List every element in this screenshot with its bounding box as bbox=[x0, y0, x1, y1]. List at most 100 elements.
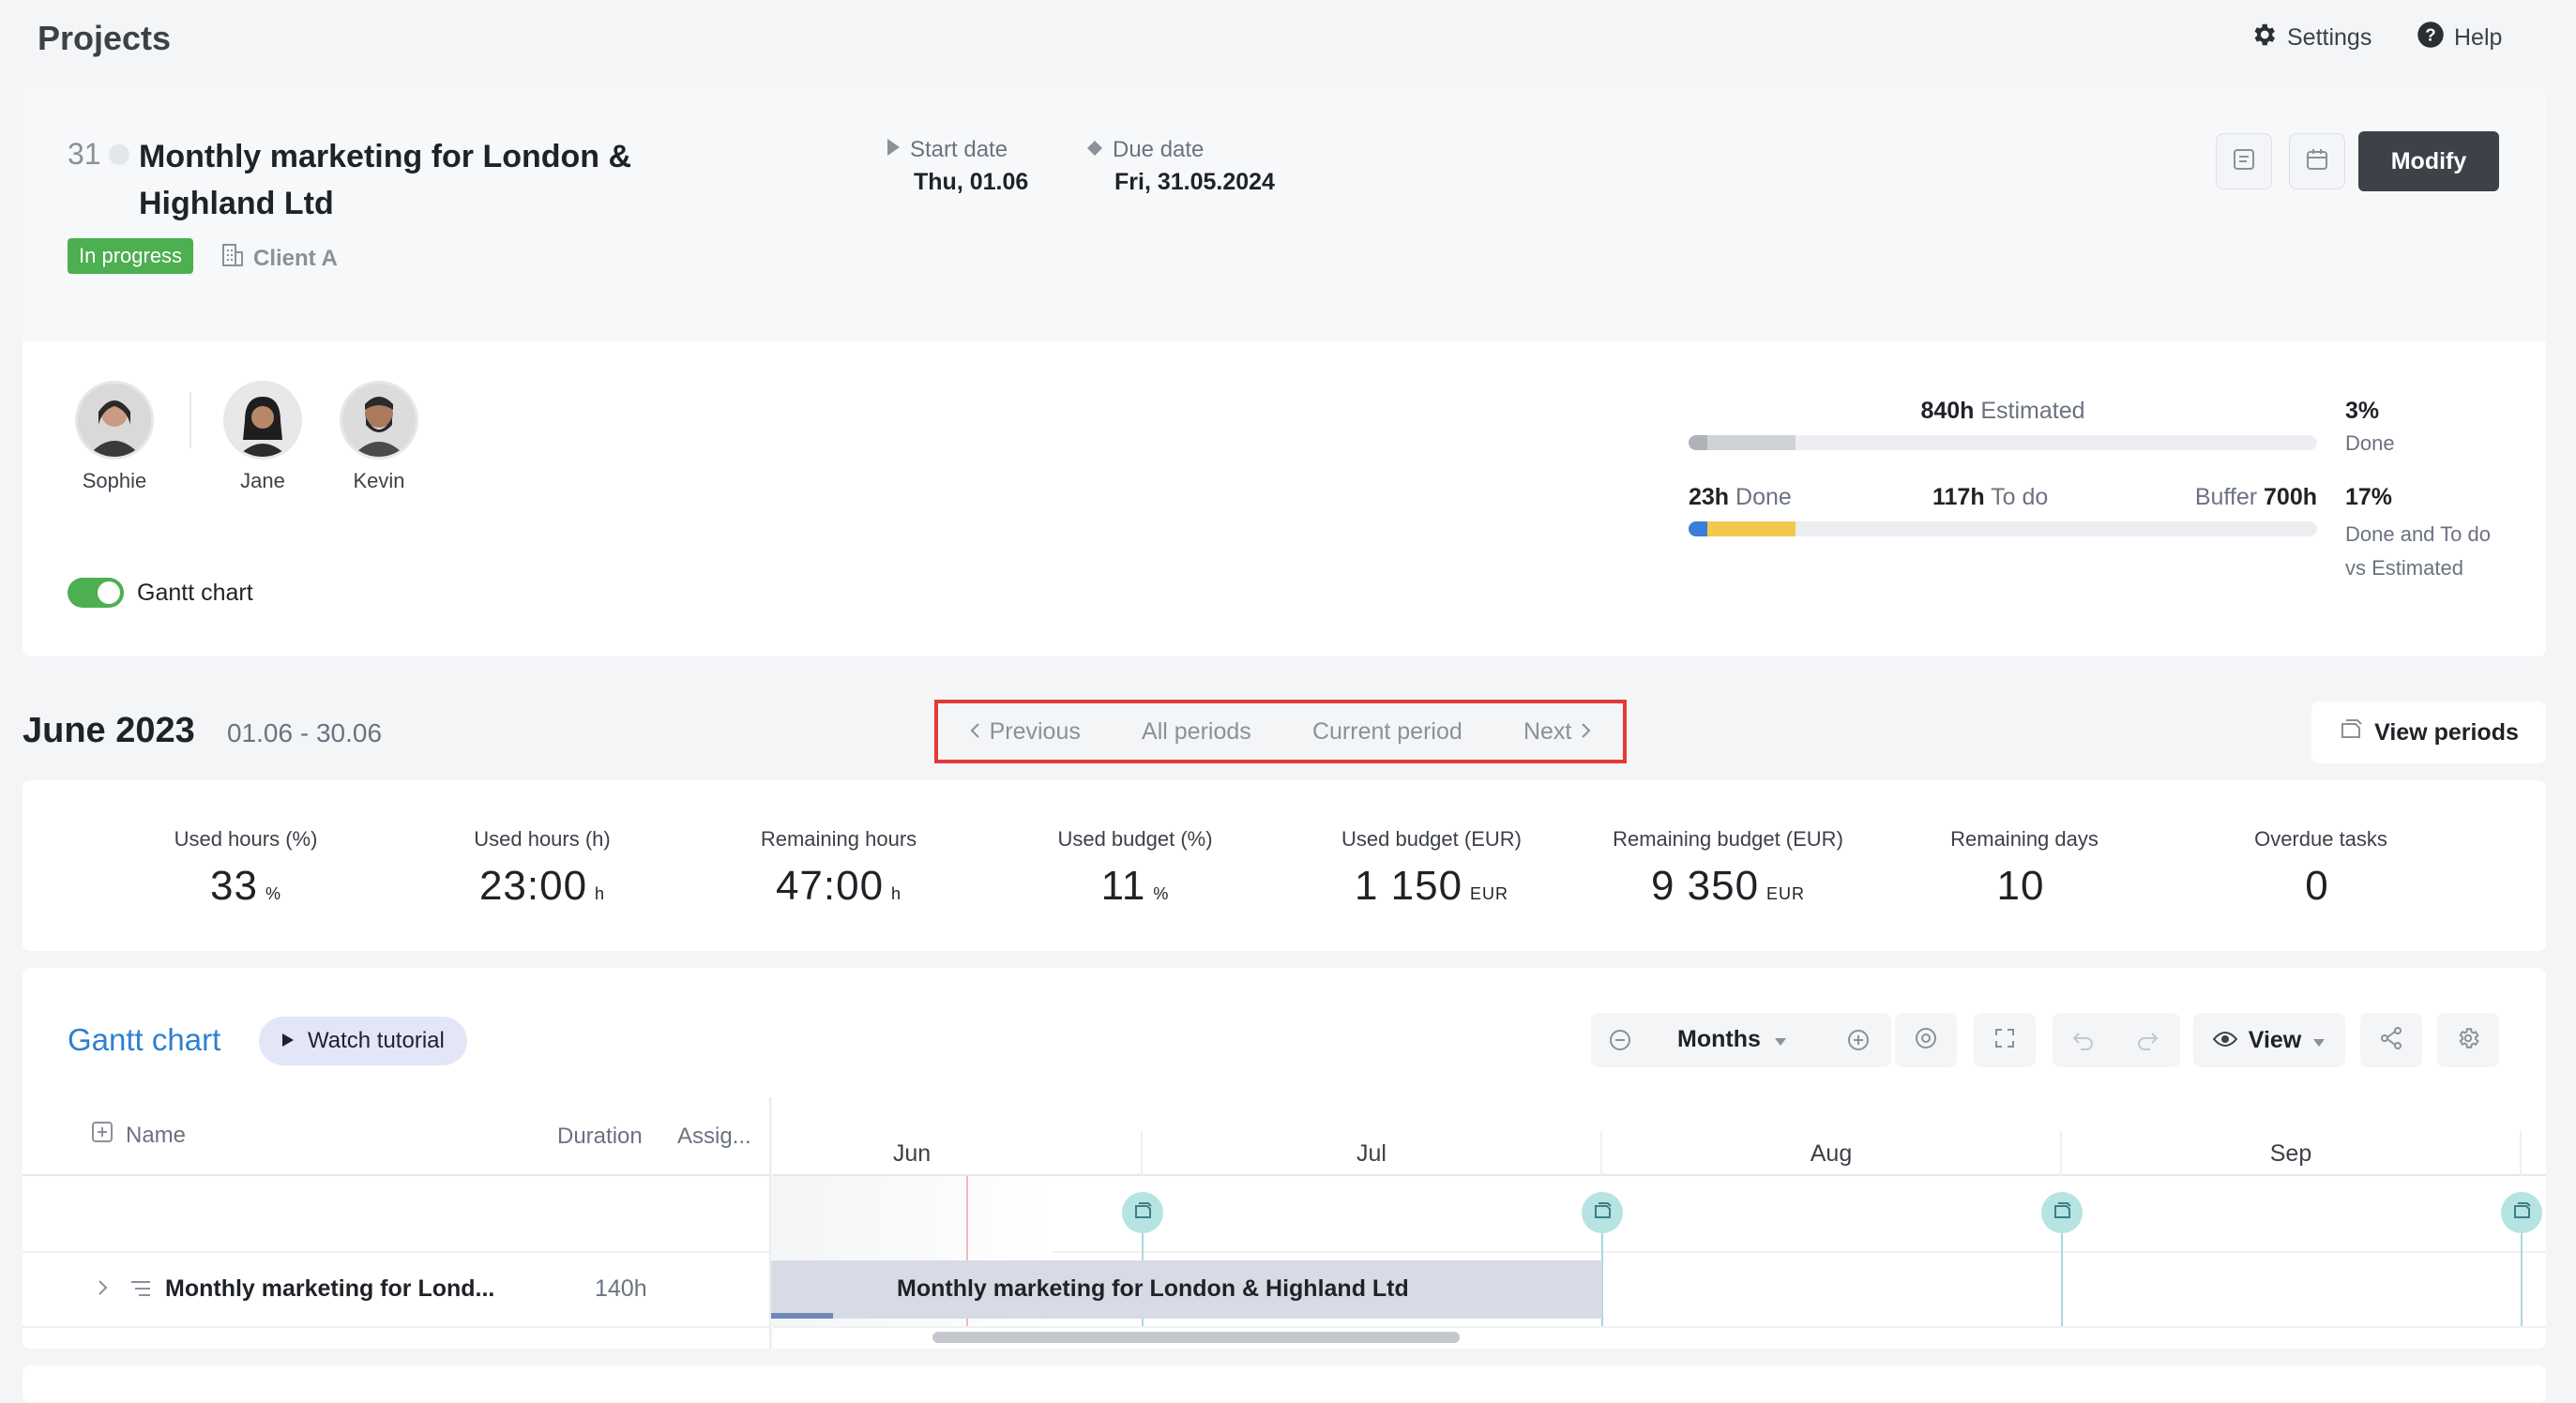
avatar[interactable] bbox=[223, 381, 302, 460]
redo-icon bbox=[2135, 1033, 2159, 1056]
column-header-assignee[interactable]: Assig... bbox=[677, 1124, 751, 1150]
month-divider bbox=[2060, 1131, 2062, 1176]
grid-row-divider bbox=[23, 1326, 2546, 1328]
gantt-bar-progress bbox=[771, 1313, 833, 1319]
avatar[interactable] bbox=[75, 381, 154, 460]
chevron-down-icon bbox=[1774, 1026, 1787, 1053]
stat-used-budget: Used budget (EUR) 1 150 EUR bbox=[1341, 827, 1522, 909]
team-member-name: Sophie bbox=[82, 469, 147, 492]
task-duration: 140h bbox=[595, 1275, 647, 1302]
periods-icon bbox=[2339, 718, 2363, 747]
due-date-label: Due date bbox=[1113, 137, 1205, 162]
team-member-name: Kevin bbox=[353, 469, 405, 492]
due-date-block: Due date Fri, 31.05.2024 bbox=[1086, 137, 1275, 196]
gantt-bar[interactable]: Monthly marketing for London & Highland … bbox=[771, 1260, 1602, 1319]
estimate-progress-bar bbox=[1689, 435, 2317, 450]
help-button[interactable]: ? Help bbox=[2417, 21, 2502, 55]
zoom-to-fit-button[interactable] bbox=[1895, 1013, 1957, 1067]
expand-all-icon[interactable] bbox=[92, 1122, 113, 1149]
chevron-right-icon[interactable] bbox=[98, 1279, 109, 1301]
column-header-name[interactable]: Name bbox=[92, 1122, 186, 1149]
milestone-marker[interactable] bbox=[2041, 1192, 2083, 1233]
month-divider bbox=[1600, 1131, 1602, 1176]
play-icon bbox=[886, 137, 901, 163]
zoom-out-icon bbox=[1608, 1030, 1632, 1056]
share-button[interactable] bbox=[2360, 1013, 2422, 1067]
horizontal-scrollbar[interactable] bbox=[932, 1332, 1460, 1343]
bar-todo-segment bbox=[1707, 435, 1796, 450]
zoom-scale-group: Months bbox=[1591, 1013, 1891, 1067]
buffer-hours: Buffer 700h bbox=[2064, 484, 2317, 511]
project-status-dot bbox=[109, 144, 129, 165]
todo-hours: 117h To do bbox=[1932, 484, 2048, 511]
notes-button[interactable] bbox=[2216, 133, 2272, 189]
all-periods-button[interactable]: All periods bbox=[1142, 718, 1251, 746]
bar-todo-segment bbox=[1707, 521, 1796, 536]
gantt-chart-toggle[interactable]: Gantt chart bbox=[68, 578, 253, 608]
undo-button[interactable] bbox=[2071, 1028, 2096, 1057]
settings-button[interactable]: Settings bbox=[2250, 21, 2371, 55]
task-name: Monthly marketing for Lond... bbox=[165, 1275, 495, 1302]
month-divider bbox=[2520, 1131, 2522, 1176]
redo-button[interactable] bbox=[2135, 1028, 2159, 1057]
toggle-label: Gantt chart bbox=[137, 579, 253, 606]
view-periods-button[interactable]: View periods bbox=[2311, 702, 2546, 763]
milestone-icon bbox=[1591, 1200, 1614, 1226]
column-header-duration[interactable]: Duration bbox=[557, 1124, 643, 1150]
buffer-hours-label: Buffer bbox=[2194, 484, 2258, 510]
grid-header-divider bbox=[23, 1174, 2546, 1176]
previous-period-button[interactable]: Previous bbox=[969, 718, 1081, 746]
watch-tutorial-button[interactable]: Watch tutorial bbox=[259, 1017, 467, 1065]
help-icon: ? bbox=[2417, 21, 2445, 55]
modify-button[interactable]: Modify bbox=[2358, 131, 2499, 191]
toggle-switch[interactable] bbox=[68, 578, 124, 608]
team-member-name: Jane bbox=[240, 469, 285, 492]
bar-done-segment bbox=[1689, 521, 1708, 536]
stat-remaining-budget: Remaining budget (EUR) 9 350 EUR bbox=[1613, 827, 1843, 909]
zoom-in-button[interactable] bbox=[1846, 1028, 1871, 1057]
chevron-left-icon bbox=[969, 718, 980, 746]
milestone-icon bbox=[2510, 1200, 2533, 1226]
next-period-button[interactable]: Next bbox=[1523, 718, 1592, 746]
view-dropdown[interactable]: View bbox=[2193, 1013, 2345, 1067]
avatar[interactable] bbox=[340, 381, 418, 460]
notes-icon bbox=[2232, 147, 2256, 176]
estimated-hours-value: 840h bbox=[1920, 398, 1975, 424]
month-label: Sep bbox=[2269, 1140, 2312, 1167]
gantt-settings-button[interactable] bbox=[2437, 1013, 2499, 1067]
done-percent: 3% bbox=[2345, 398, 2380, 424]
combined-percent-label: Done and To do vs Estimated bbox=[2345, 522, 2491, 580]
combined-percent: 17% bbox=[2345, 484, 2393, 510]
fullscreen-button[interactable] bbox=[1974, 1013, 2036, 1067]
zoom-out-button[interactable] bbox=[1608, 1028, 1632, 1057]
timescale-select[interactable]: Months bbox=[1677, 1026, 1787, 1053]
milestone-marker[interactable] bbox=[1582, 1192, 1623, 1233]
diamond-icon bbox=[1086, 137, 1103, 163]
next-section-card bbox=[23, 1365, 2546, 1403]
start-date-block: Start date Thu, 01.06 bbox=[886, 137, 1028, 196]
project-task-icon bbox=[129, 1279, 152, 1303]
svg-text:?: ? bbox=[2425, 24, 2435, 44]
done-hours-value: 23h bbox=[1689, 484, 1730, 510]
milestone-marker[interactable] bbox=[2501, 1192, 2542, 1233]
team-divider bbox=[189, 392, 191, 448]
stat-overdue-tasks: Overdue tasks 0 bbox=[2254, 827, 2387, 909]
gantt-bar-label: Monthly marketing for London & Highland … bbox=[897, 1275, 1409, 1302]
calendar-icon bbox=[2305, 147, 2329, 176]
client-link[interactable]: Client A bbox=[221, 242, 338, 275]
zoom-in-icon bbox=[1846, 1030, 1871, 1056]
todo-hours-label: To do bbox=[1991, 484, 2049, 510]
chevron-right-icon bbox=[1581, 718, 1592, 746]
expand-icon bbox=[1993, 1027, 2016, 1054]
project-name-line-1: Monthly marketing for London & bbox=[139, 139, 632, 174]
milestone-icon bbox=[2051, 1200, 2073, 1226]
stat-remaining-days: Remaining days 10 bbox=[1950, 827, 2099, 909]
milestone-marker[interactable] bbox=[1122, 1192, 1163, 1233]
current-period-button[interactable]: Current period bbox=[1312, 718, 1462, 746]
project-id: 31 bbox=[68, 137, 101, 171]
zoom-fit-icon bbox=[1914, 1026, 1938, 1055]
calendar-button[interactable] bbox=[2289, 133, 2345, 189]
todo-hours-value: 117h bbox=[1932, 484, 1985, 510]
due-date-value: Fri, 31.05.2024 bbox=[1114, 169, 1275, 195]
table-row[interactable]: Monthly marketing for Lond... 140h bbox=[23, 1253, 771, 1326]
